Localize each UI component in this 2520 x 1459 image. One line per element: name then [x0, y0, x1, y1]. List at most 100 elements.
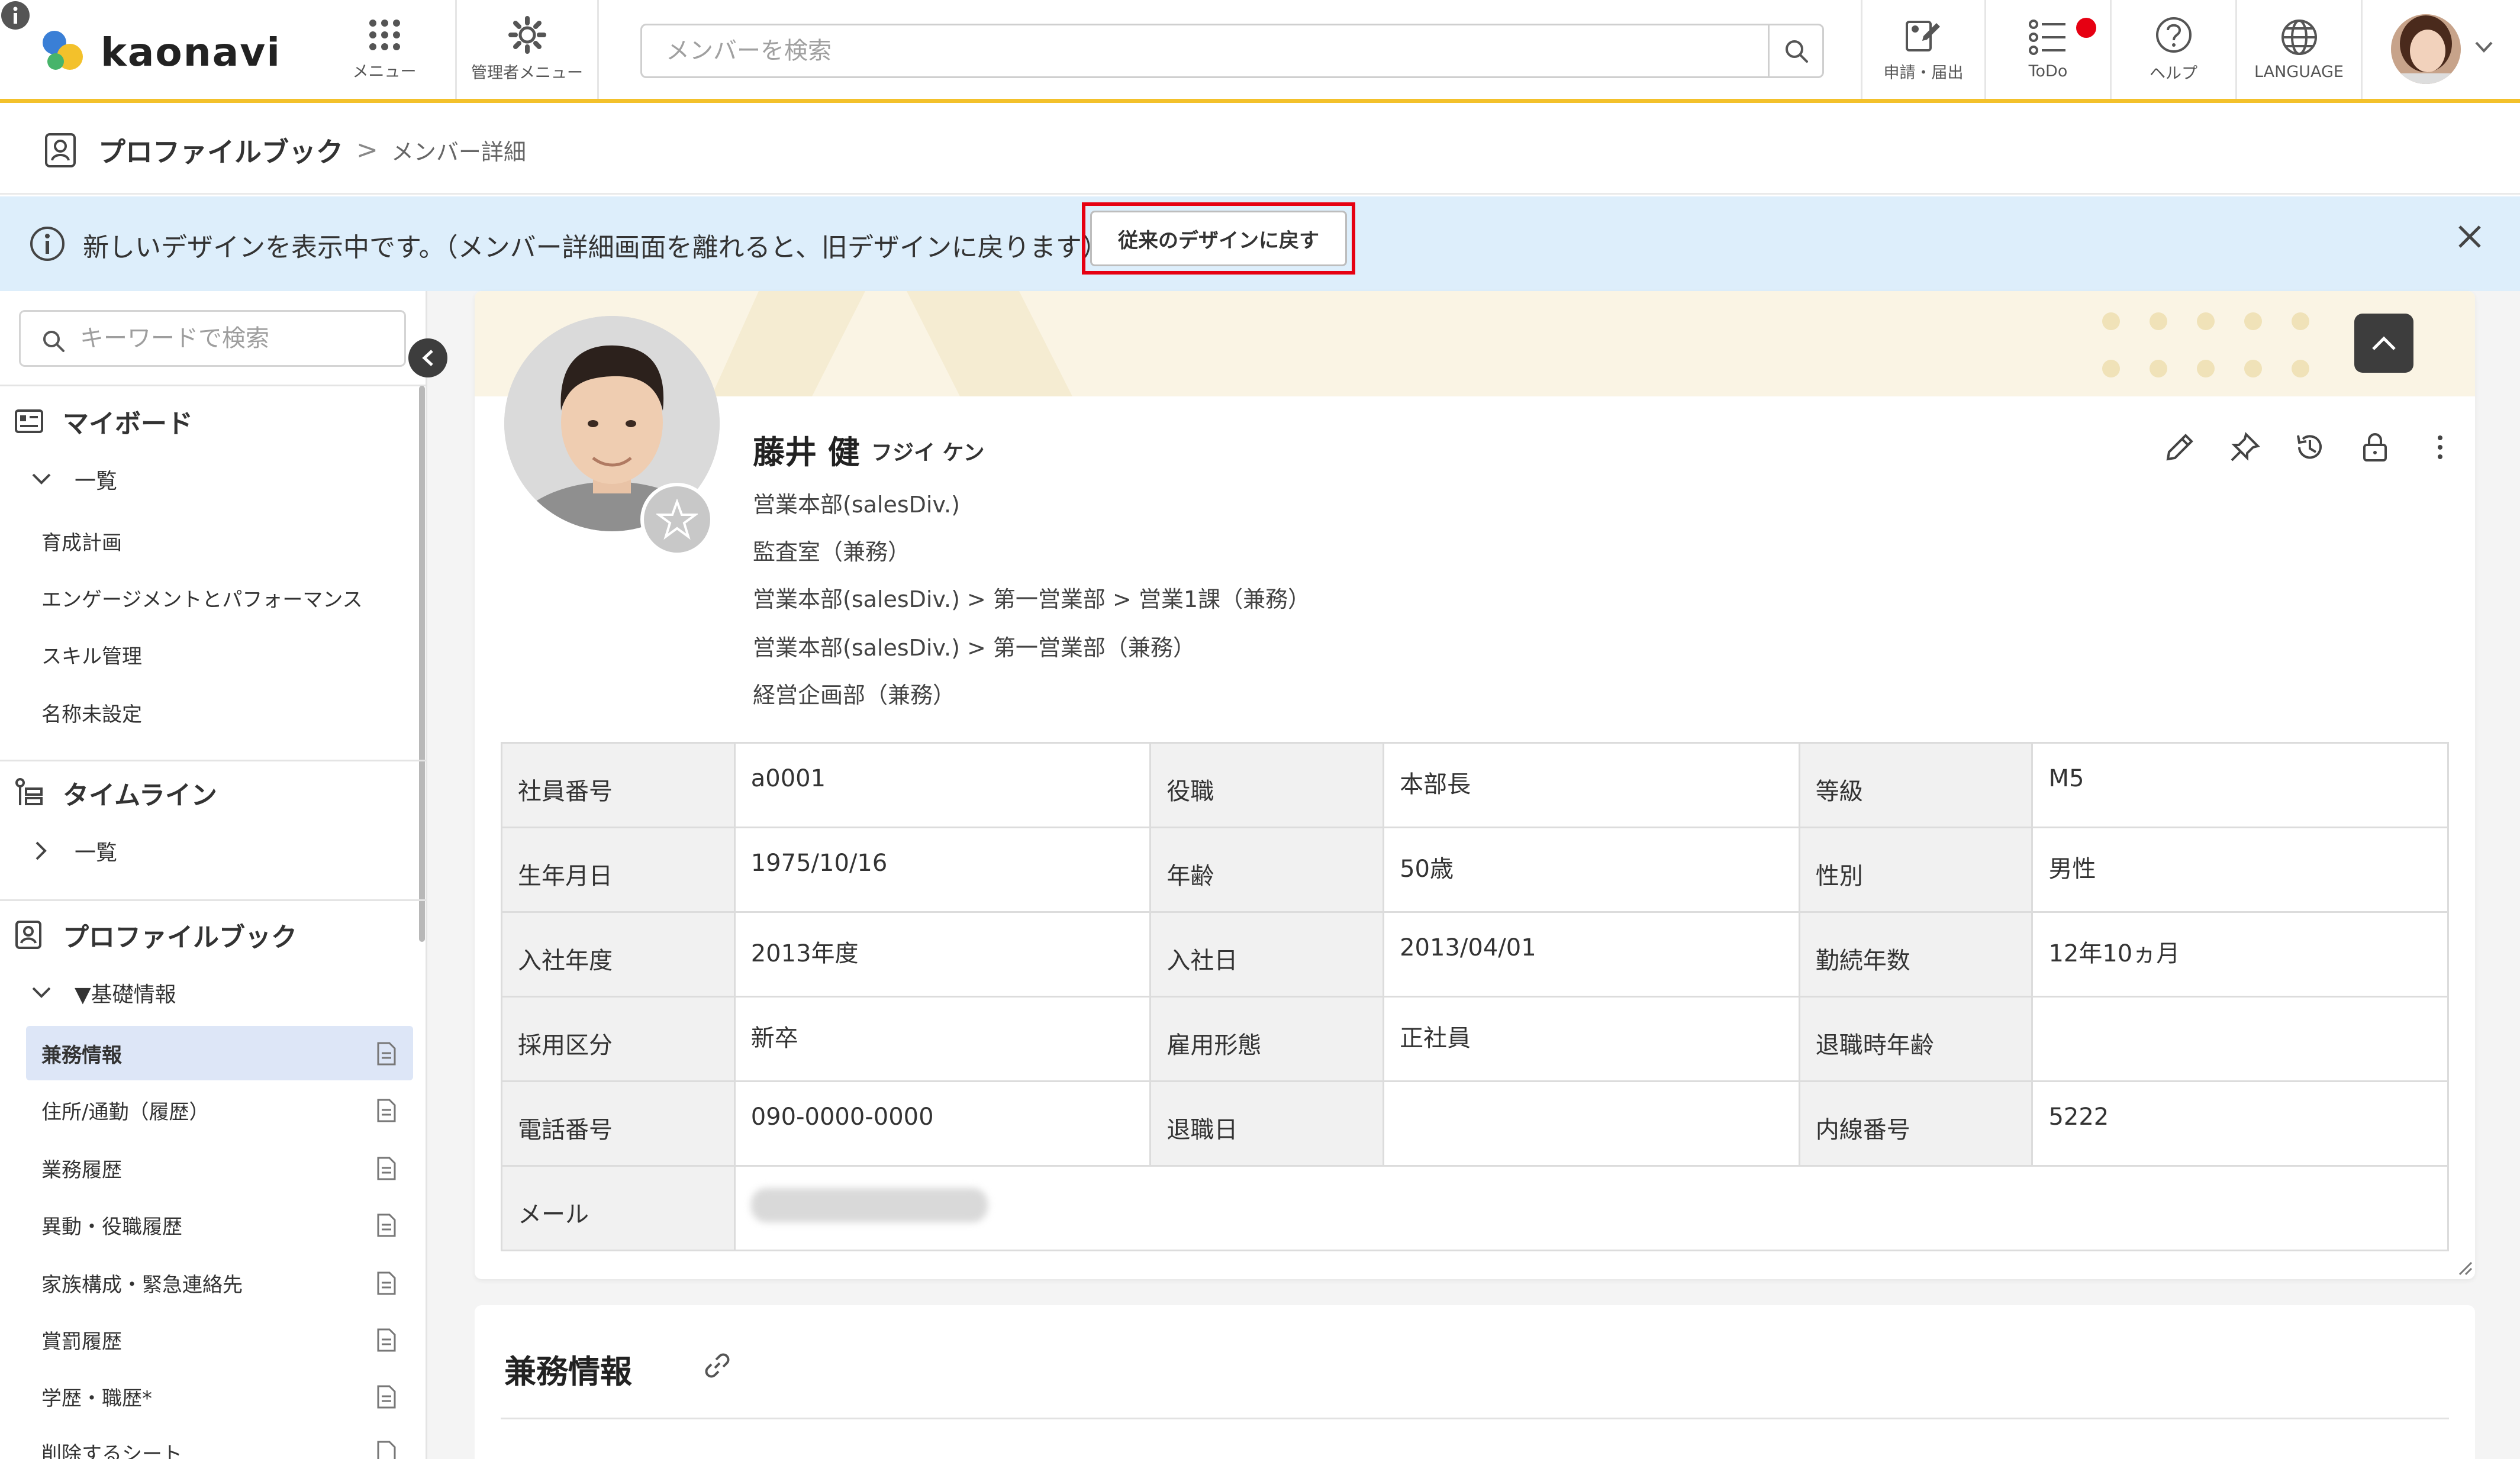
field-value: 090-0000-0000: [733, 1080, 1152, 1167]
sidebar-search: [19, 310, 406, 367]
todo-button[interactable]: ToDo: [1986, 0, 2112, 99]
chevron-down-icon: [28, 473, 54, 486]
history-clock-icon[interactable]: [2277, 431, 2342, 464]
sidebar-item-rewards[interactable]: 賞罰履歴: [26, 1312, 413, 1367]
admin-menu-button[interactable]: 管理者メニュー: [457, 0, 599, 99]
user-avatar[interactable]: [2391, 14, 2461, 84]
field-label: 退職時年齢: [1798, 996, 2034, 1082]
member-name-kana: フジイ ケン: [871, 441, 985, 465]
sidebar-section-profilebook[interactable]: プロファイルブック: [14, 916, 297, 954]
menu-label: メニュー: [352, 63, 417, 81]
field-label: 生年月日: [501, 827, 736, 913]
sidebar-section-myboard[interactable]: マイボード: [14, 402, 193, 440]
collapse-profile-button[interactable]: [2354, 314, 2413, 373]
field-label: メール: [501, 1165, 736, 1251]
chevron-right-icon: [28, 841, 54, 861]
member-department: 監査室（兼務）: [753, 539, 911, 565]
language-button[interactable]: LANGUAGE: [2237, 0, 2363, 99]
favorite-star-button[interactable]: [640, 483, 714, 556]
sheet-document-icon: [376, 1156, 397, 1186]
sidebar-section-title: プロファイルブック: [63, 922, 297, 953]
sidebar-group-label: 一覧: [75, 841, 118, 865]
sidebar-section-timeline[interactable]: タイムライン: [14, 774, 217, 812]
apply-button[interactable]: 申請・届出: [1861, 0, 1986, 99]
menu-button[interactable]: メニュー: [314, 0, 457, 99]
notice-close-icon[interactable]: [2455, 222, 2484, 254]
lock-icon[interactable]: [2342, 431, 2408, 464]
field-label: 性別: [1798, 827, 2034, 913]
sidebar-group-timeline-list[interactable]: 一覧: [28, 835, 117, 866]
field-value: 2013/04/01: [1383, 911, 1800, 998]
sidebar-divider: [0, 385, 427, 386]
info-filled-icon[interactable]: [0, 0, 31, 33]
sidebar-item-untitled[interactable]: 名称未設定: [41, 698, 142, 727]
more-vertical-icon[interactable]: [2408, 431, 2473, 464]
breadcrumb-profile-book[interactable]: プロファイルブック: [98, 131, 343, 170]
sidebar-item-label: 住所/通勤（履歴）: [41, 1100, 210, 1124]
banner-decoration: [711, 291, 1072, 396]
member-department: 営業本部(salesDiv.): [753, 492, 960, 518]
sidebar-group-label: ▼基礎情報: [75, 983, 176, 1007]
profile-actions: [2147, 431, 2473, 464]
basic-info-table: 社員番号 a0001 役職 本部長 等級 M5 生年月日 1975/10/16 …: [501, 742, 2450, 1251]
revert-design-button[interactable]: 従来のデザインに戻す: [1090, 211, 1347, 266]
sidebar-item-transfer-history[interactable]: 異動・役職履歴: [26, 1197, 413, 1252]
link-icon[interactable]: [703, 1351, 731, 1382]
field-value: [1383, 1080, 1800, 1167]
sidebar-item-education[interactable]: 学歴・職歴*: [26, 1369, 413, 1424]
logo-mark-icon: [38, 25, 92, 79]
sidebar-item-delete-sheet[interactable]: 削除するシート: [26, 1425, 413, 1459]
sidebar-item-family[interactable]: 家族構成・緊急連絡先: [26, 1255, 413, 1310]
field-value: [2031, 996, 2449, 1082]
sidebar-group-myboard-list[interactable]: 一覧: [28, 464, 117, 495]
pin-icon[interactable]: [2212, 431, 2277, 464]
help-button[interactable]: ヘルプ: [2112, 0, 2237, 99]
member-department: 営業本部(salesDiv.) > 第一営業部（兼務）: [753, 635, 1195, 661]
sidebar-item-address[interactable]: 住所/通勤（履歴）: [26, 1083, 413, 1137]
search-submit-button[interactable]: [1768, 25, 1822, 76]
field-label: 等級: [1798, 742, 2034, 828]
sidebar-group-basic-info[interactable]: ▼基礎情報: [28, 977, 176, 1008]
sheet-document-icon: [376, 1440, 397, 1459]
sidebar-item-concurrent-post[interactable]: 兼務情報: [26, 1026, 413, 1080]
field-value: 新卒: [733, 996, 1152, 1082]
sidebar-item-engagement[interactable]: エンゲージメントとパフォーマンス: [41, 583, 363, 612]
sidebar-section-title: マイボード: [63, 409, 193, 439]
table-row: 生年月日 1975/10/16 年齢 50歳 性別 男性: [501, 827, 2449, 913]
field-label: 雇用形態: [1149, 996, 1385, 1082]
todo-label: ToDo: [2028, 62, 2068, 80]
profile-card: 藤井 健 フジイ ケン 営業本部(salesDiv.) 監査室（兼務） 営業本部…: [475, 291, 2475, 1279]
help-label: ヘルプ: [2150, 64, 2197, 83]
member-name: 藤井 健: [753, 434, 860, 471]
field-label: 入社日: [1149, 911, 1385, 998]
member-search-input[interactable]: [642, 25, 1767, 76]
table-row: 入社年度 2013年度 入社日 2013/04/01 勤続年数 12年10ヵ月: [501, 911, 2449, 998]
field-value: 正社員: [1383, 996, 1800, 1082]
sidebar-collapse-button[interactable]: [408, 338, 447, 377]
sidebar-item-label: 業務履歴: [41, 1158, 122, 1182]
sidebar-item-work-history[interactable]: 業務履歴: [26, 1141, 413, 1195]
gear-icon: [508, 16, 546, 54]
field-label: 電話番号: [501, 1080, 736, 1167]
sheet-document-icon: [376, 1213, 397, 1243]
sidebar-item-skill[interactable]: スキル管理: [41, 640, 142, 669]
sidebar-group-label: 一覧: [75, 469, 118, 493]
sheet-document-icon: [376, 1328, 397, 1358]
sheet-document-icon: [376, 1098, 397, 1128]
application-form-icon: [1906, 21, 1940, 51]
field-label: 退職日: [1149, 1080, 1385, 1167]
sidebar-section-title: タイムライン: [63, 780, 217, 811]
sheet-document-icon: [376, 1384, 397, 1415]
admin-menu-label: 管理者メニュー: [471, 64, 583, 82]
kaonavi-logo[interactable]: kaonavi: [38, 22, 281, 82]
edit-pencil-icon[interactable]: [2147, 431, 2212, 464]
field-value: a0001: [733, 742, 1152, 828]
sidebar-search-input[interactable]: [80, 312, 399, 365]
field-label: 社員番号: [501, 742, 736, 828]
sidebar-scrollbar[interactable]: [419, 386, 425, 942]
account-menu-chevron-icon[interactable]: [2474, 40, 2494, 57]
field-label: 採用区分: [501, 996, 736, 1082]
resize-handle-icon[interactable]: [2457, 1260, 2473, 1278]
sidebar-item-training-plan[interactable]: 育成計画: [41, 527, 122, 556]
table-row: 電話番号 090-0000-0000 退職日 内線番号 5222: [501, 1080, 2449, 1167]
